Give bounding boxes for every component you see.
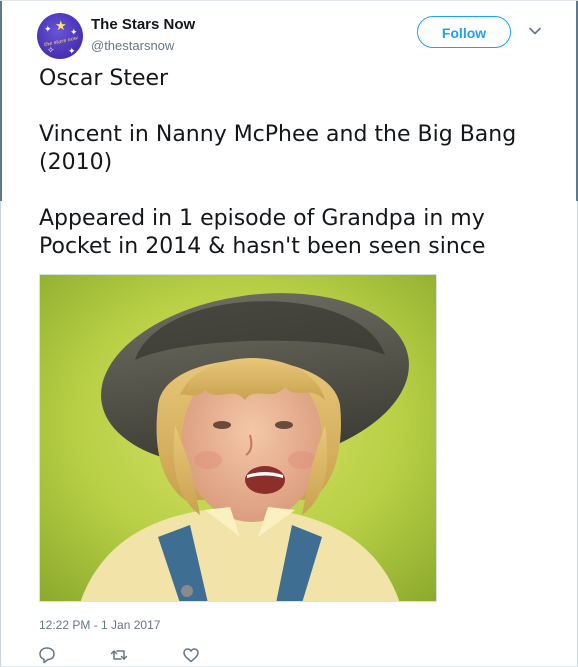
avatar[interactable]: ★ ✦ ✦ ✧ ✦ the stars now <box>37 13 83 59</box>
author-display-name[interactable]: The Stars Now <box>91 16 195 33</box>
chevron-down-icon[interactable] <box>527 23 543 39</box>
star-icon: ★ <box>55 18 67 33</box>
like-icon[interactable] <box>181 645 201 665</box>
reply-icon[interactable] <box>37 645 57 665</box>
tweet-timestamp[interactable]: 12:22 PM - 1 Jan 2017 <box>39 618 160 632</box>
star-icon: ✦ <box>44 24 52 34</box>
author-handle[interactable]: @thestarsnow <box>91 38 174 53</box>
tweet-paragraph: Appeared in 1 episode of Grandpa in my P… <box>39 206 486 259</box>
tweet-paragraph: Oscar Steer <box>39 66 169 91</box>
tweet-card: ★ ✦ ✦ ✧ ✦ the stars now The Stars Now @t… <box>0 0 578 667</box>
photo-child-in-hat <box>40 275 436 601</box>
star-icon: ✦ <box>68 46 76 56</box>
tweet-photo[interactable] <box>39 274 437 602</box>
tweet-paragraph: Vincent in Nanny McPhee and the Big Bang… <box>39 122 517 175</box>
tweet-text: Oscar Steer Vincent in Nanny McPhee and … <box>39 65 539 261</box>
retweet-icon[interactable] <box>109 645 129 665</box>
follow-button[interactable]: Follow <box>417 16 511 48</box>
